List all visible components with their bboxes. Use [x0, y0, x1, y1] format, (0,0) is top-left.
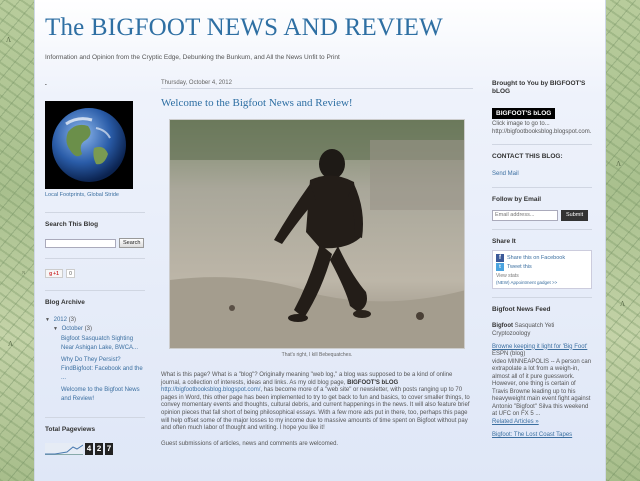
archive-year-count: (3): [68, 317, 76, 323]
news-feed-title: Bigfoot News Feed: [492, 305, 551, 313]
bigfoots-blog-name: BIGFOOT'S bLOG: [347, 379, 399, 386]
email-input[interactable]: [492, 209, 558, 221]
triangle-down-icon[interactable]: ▼: [45, 317, 50, 323]
contact-title: CONTACT THIS BLOG:: [492, 153, 563, 160]
click-image-url: http://bigfootbooksblog.blogspot.com.: [492, 128, 592, 135]
divider: [45, 212, 145, 213]
divider: [45, 258, 145, 259]
post-paragraph: What is this page? What is a "blog"? Ori…: [161, 372, 473, 433]
share-facebook-label: Share this on Facebook: [507, 254, 566, 261]
archive-month-count: (3): [84, 325, 92, 332]
blog-archive: ▼ 2012 (3) ▼ October (3) Bigfoot Sasquat…: [45, 316, 145, 403]
search-widget-title: Search This Blog: [45, 221, 99, 228]
follow-title: Follow by Email: [492, 195, 542, 203]
related-articles-link[interactable]: Related Articles »: [492, 419, 592, 427]
divider: [492, 296, 592, 298]
post-paragraph: Guest submissions of articles, news and …: [161, 440, 339, 447]
twitter-icon: t: [496, 263, 504, 271]
gplus-widget: g +1 0: [45, 269, 145, 278]
main-content: Thursday, October 4, 2012 Welcome to the…: [161, 80, 473, 448]
pageview-digit: 4: [85, 443, 93, 456]
divider: [492, 144, 592, 145]
share-twitter-label: Tweet this: [507, 263, 532, 270]
send-mail-link[interactable]: Send Mail: [492, 171, 592, 179]
earth-icon: [52, 108, 126, 182]
archive-month-row[interactable]: ▼ October (3): [45, 325, 145, 334]
gplus-count: 0: [66, 269, 75, 278]
archive-post-link[interactable]: Welcome to the Bigfoot News and Review!: [61, 386, 145, 403]
pageview-digit: 2: [95, 443, 103, 456]
feed-tag-bold[interactable]: Bigfoot: [492, 323, 513, 329]
brought-to-you-title: Brought to You by BIGFOOT'S bLOG: [492, 80, 586, 95]
follow-form: Submit: [492, 209, 592, 221]
pageviews-widget-title: Total Pageviews: [45, 426, 96, 434]
archive-post-link[interactable]: Bigfoot Sasquatch Sighting Near Ashigan …: [61, 335, 145, 352]
search-input[interactable]: [45, 238, 116, 248]
pageview-digit: 7: [105, 443, 113, 456]
bigfoots-blog-link[interactable]: http://bigfootbooksblog.blogspot.com/: [161, 387, 260, 393]
feed-headline-link[interactable]: Bigfoot: The Lost Coast Tapes: [492, 432, 592, 440]
globe-image[interactable]: [45, 101, 133, 189]
left-sidebar: . Local Footprints, Global Stride Search…: [45, 80, 145, 456]
news-feed-tags: Bigfoot Sasquatch Yeti Cryptozoology: [492, 322, 592, 338]
archive-widget-title: Blog Archive: [45, 299, 85, 306]
facebook-icon: f: [496, 254, 504, 262]
gplus-icon: g: [49, 270, 53, 277]
post-date: Thursday, October 4, 2012: [161, 80, 473, 89]
appointment-gadget-link[interactable]: (NEW) Appointment gadget >>: [496, 280, 588, 285]
image-widget-title: .: [45, 80, 47, 87]
search-button[interactable]: Search: [119, 238, 145, 248]
divider: [45, 417, 145, 419]
divider: [492, 228, 592, 230]
share-facebook[interactable]: f Share this on Facebook: [496, 254, 588, 263]
post-text: What is this page? What is a "blog"? Ori…: [161, 372, 453, 386]
post-title[interactable]: Welcome to the Bigfoot News and Review!: [161, 97, 473, 109]
feed-headline-link[interactable]: Browne keeping it light for 'Big Foot': [492, 344, 592, 352]
share-widget: f Share this on Facebook t Tweet this Vi…: [492, 249, 592, 289]
bigfoots-blog-badge[interactable]: BIGFOOT'S bLOG: [492, 108, 556, 119]
photo-caption: That's right, I kill Bebequatches.: [281, 352, 353, 358]
archive-post-link[interactable]: Why Do They Persist? FindBigfoot: Facebo…: [61, 356, 145, 382]
gplus-label: +1: [53, 270, 59, 277]
bigfoot-photo[interactable]: [169, 119, 465, 349]
feed-source: ESPN (blog): [492, 351, 526, 357]
map-background-right: Λ Λ: [606, 0, 640, 481]
right-sidebar: Brought to You by BIGFOOT'S bLOG BIGFOOT…: [492, 80, 592, 440]
bigfoot-image: [170, 120, 464, 348]
divider: [492, 186, 592, 188]
post-text: , has become more of a "web site" or new…: [161, 387, 470, 432]
submit-button[interactable]: Submit: [561, 209, 589, 221]
archive-month[interactable]: October: [62, 326, 83, 332]
blog-page: The BIGFOOT NEWS AND REVIEW Information …: [34, 0, 606, 481]
pageviews-sparkline: [45, 443, 84, 456]
triangle-down-icon[interactable]: ▼: [53, 326, 58, 332]
blog-header: The BIGFOOT NEWS AND REVIEW Information …: [45, 14, 595, 61]
archive-year[interactable]: 2012: [54, 317, 67, 323]
archive-post-list: Bigfoot Sasquatch Sighting Near Ashigan …: [45, 335, 145, 403]
globe-caption: Local Footprints, Global Stride: [45, 192, 119, 198]
blog-title[interactable]: The BIGFOOT NEWS AND REVIEW: [45, 14, 595, 42]
archive-year-row[interactable]: ▼ 2012 (3): [45, 316, 145, 325]
feed-snippet: video MINNEAPOLIS -- A person can extrap…: [492, 358, 592, 418]
sparkline-graph: [45, 444, 84, 455]
share-title: Share It: [492, 237, 516, 245]
share-twitter[interactable]: t Tweet this: [496, 263, 588, 272]
search-row: Search: [45, 238, 145, 248]
post-body: What is this page? What is a "blog"? Ori…: [161, 372, 473, 448]
divider: [45, 290, 145, 291]
view-stats-link[interactable]: View stats: [496, 273, 588, 279]
click-image-text: Click image to go to...: [492, 121, 550, 127]
pageviews-counter: 4 2 7: [45, 443, 145, 456]
gplus-button[interactable]: g +1: [45, 269, 63, 278]
blog-description: Information and Opinion from the Cryptic…: [45, 54, 340, 61]
